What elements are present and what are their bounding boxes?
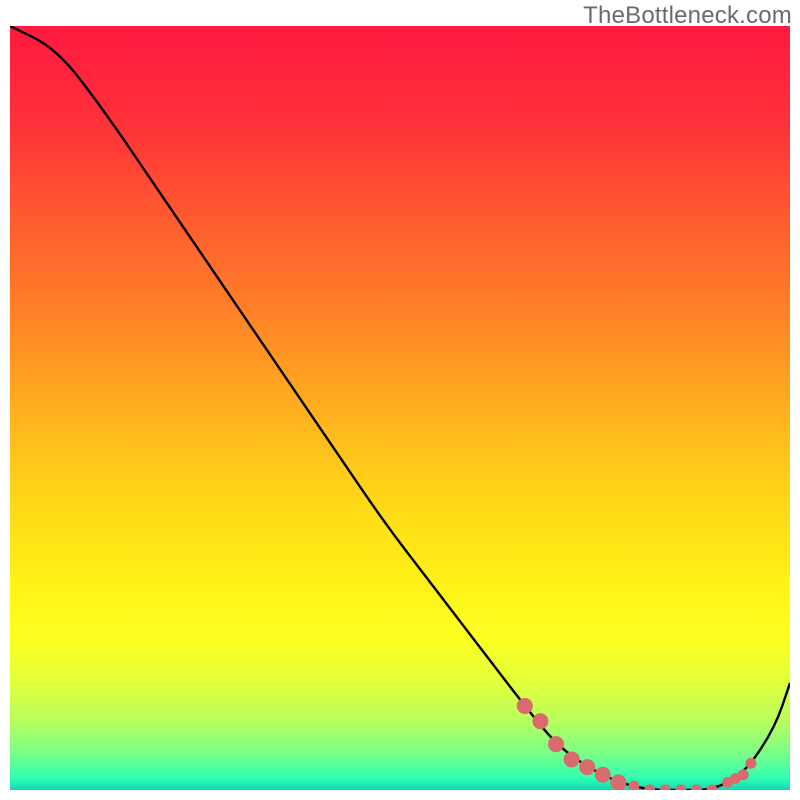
- chart-svg: [10, 26, 790, 790]
- highlight-point: [564, 751, 580, 767]
- highlight-point: [517, 698, 533, 714]
- highlight-point: [548, 736, 564, 752]
- chart-container: TheBottleneck.com: [0, 0, 800, 800]
- highlight-point: [738, 769, 749, 780]
- highlight-point: [746, 758, 757, 769]
- highlight-point: [610, 774, 626, 790]
- attribution-text: TheBottleneck.com: [583, 2, 792, 30]
- highlight-point: [579, 759, 595, 775]
- highlight-point: [595, 767, 611, 783]
- gradient-background: [10, 26, 790, 790]
- highlight-point: [532, 713, 548, 729]
- plot-area: [10, 26, 790, 790]
